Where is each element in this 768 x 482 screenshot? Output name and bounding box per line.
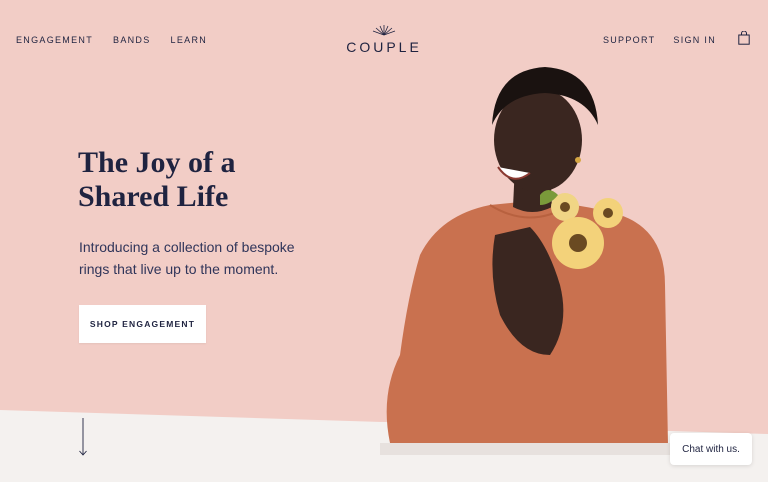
secondary-nav: SUPPORT SIGN IN bbox=[603, 35, 716, 45]
hero-title-line-2: Shared Life bbox=[78, 180, 229, 213]
nav-sign-in[interactable]: SIGN IN bbox=[673, 35, 716, 45]
hero-model-image bbox=[380, 67, 680, 455]
shopping-bag-icon[interactable] bbox=[738, 31, 750, 45]
hero-subtitle-line-2: rings that live up to the moment. bbox=[79, 261, 279, 277]
nav-support[interactable]: SUPPORT bbox=[603, 35, 655, 45]
chat-with-us-button[interactable]: Chat with us. bbox=[670, 433, 752, 465]
hero-title: The Joy of a Shared Life bbox=[78, 146, 338, 214]
hero-subtitle-line-1: Introducing a collection of bespoke bbox=[79, 239, 295, 255]
scroll-down-arrow-icon[interactable] bbox=[77, 417, 89, 457]
shop-engagement-button[interactable]: SHOP ENGAGEMENT bbox=[79, 305, 206, 343]
hero-subtitle: Introducing a collection of bespoke ring… bbox=[79, 236, 329, 280]
hero-title-line-1: The Joy of a bbox=[78, 146, 236, 179]
logo-sunburst-icon bbox=[372, 25, 396, 36]
